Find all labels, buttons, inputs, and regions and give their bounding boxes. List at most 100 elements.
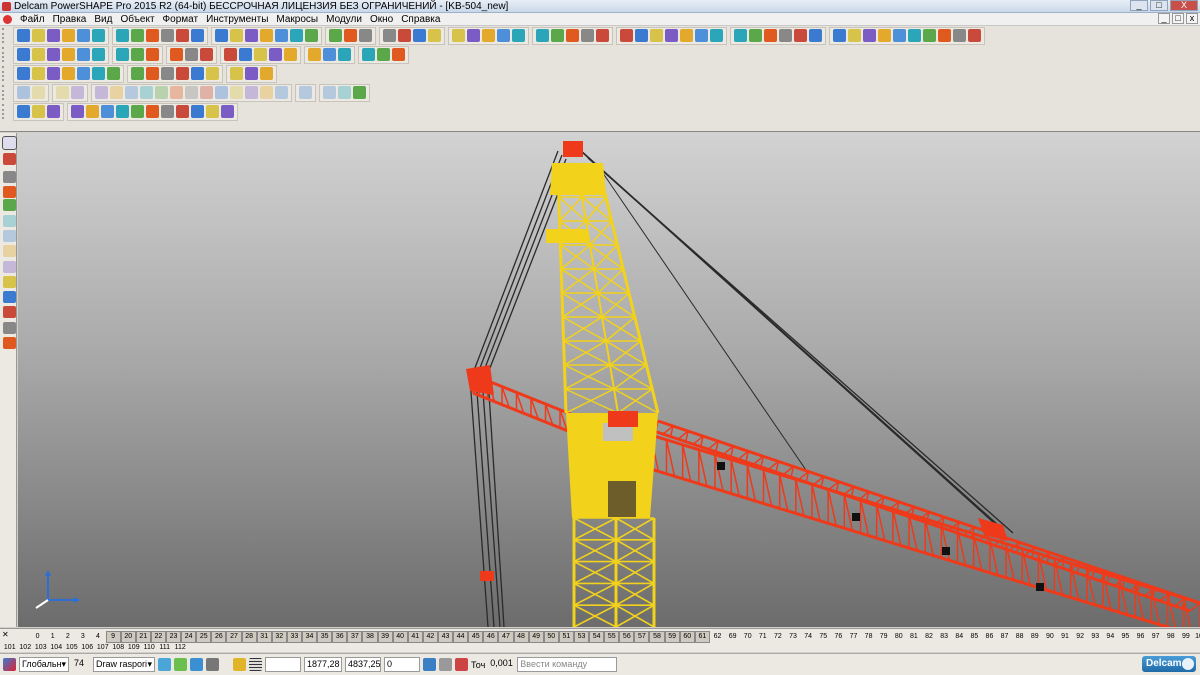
toolbar-button-icon[interactable]	[734, 29, 747, 42]
toolbar-button-icon[interactable]	[47, 67, 60, 80]
toolbar-button-icon[interactable]	[338, 86, 351, 99]
level-button[interactable]: 4	[90, 632, 105, 642]
toolbar-button-icon[interactable]	[260, 67, 273, 80]
level-button[interactable]: 69	[725, 632, 740, 642]
toolbar-button-icon[interactable]	[92, 29, 105, 42]
toolbar-button-icon[interactable]	[47, 48, 60, 61]
tolerance-value[interactable]: 0,001	[488, 657, 514, 672]
toolbar-button-icon[interactable]	[323, 86, 336, 99]
level-button[interactable]: 70	[740, 632, 755, 642]
toolbar-button-icon[interactable]	[383, 29, 396, 42]
menu-help[interactable]: Справка	[397, 13, 444, 25]
toolbar-button-icon[interactable]	[116, 29, 129, 42]
level-button[interactable]: 71	[755, 632, 770, 642]
level-button[interactable]: 20	[120, 630, 136, 643]
level-button[interactable]: 103	[33, 643, 49, 653]
toolbar-button-icon[interactable]	[161, 105, 174, 118]
level-button[interactable]: 2	[60, 632, 75, 642]
calculator-icon[interactable]	[423, 658, 436, 671]
grid-spacing-field[interactable]	[265, 657, 301, 672]
toolbar-button-icon[interactable]	[221, 105, 234, 118]
toolbar-button-icon[interactable]	[308, 48, 321, 61]
toolbar-button-icon[interactable]	[413, 29, 426, 42]
toolbar-button-icon[interactable]	[329, 29, 342, 42]
toolbar-button-icon[interactable]	[551, 29, 564, 42]
level-button[interactable]: 61	[694, 630, 710, 643]
toolbar-button-icon[interactable]	[146, 105, 159, 118]
toolbar-button-icon[interactable]	[968, 29, 981, 42]
level-button[interactable]: 1	[45, 632, 60, 642]
toolbar-button-icon[interactable]	[809, 29, 822, 42]
edit-tool-icon[interactable]	[3, 306, 16, 318]
toolbar-button-icon[interactable]	[362, 48, 375, 61]
grid-icon[interactable]	[249, 658, 262, 671]
level-button[interactable]: 27	[226, 630, 242, 643]
toolbar-button-icon[interactable]	[215, 29, 228, 42]
toolbar-button-icon[interactable]	[185, 48, 198, 61]
edit-tool-icon[interactable]	[3, 215, 16, 227]
edit-tool-icon[interactable]	[3, 153, 16, 165]
level-button[interactable]: 105	[64, 643, 80, 653]
measure-icon[interactable]	[455, 658, 468, 671]
edit-tool-icon[interactable]	[3, 245, 16, 257]
toolbar-button-icon[interactable]	[239, 48, 252, 61]
graphics-viewport[interactable]	[18, 133, 1200, 627]
toolbar-button-icon[interactable]	[176, 29, 189, 42]
mdi-close-button[interactable]: x	[1186, 13, 1198, 24]
maximize-button[interactable]: □	[1150, 0, 1168, 11]
toolbar-button-icon[interactable]	[353, 86, 366, 99]
toolbar-button-icon[interactable]	[200, 86, 213, 99]
toolbar-button-icon[interactable]	[299, 86, 312, 99]
level-button[interactable]: 84	[952, 632, 967, 642]
level-button[interactable]: 87	[997, 632, 1012, 642]
toolbar-button-icon[interactable]	[71, 86, 84, 99]
toolbar-button-icon[interactable]	[908, 29, 921, 42]
level-button[interactable]: 96	[1133, 632, 1148, 642]
level-button[interactable]: 95	[1118, 632, 1133, 642]
toolbar-button-icon[interactable]	[275, 29, 288, 42]
toolbar-button-icon[interactable]	[191, 29, 204, 42]
toolbar-button-icon[interactable]	[32, 105, 45, 118]
menu-tools[interactable]: Инструменты	[202, 13, 272, 25]
level-button[interactable]: 102	[18, 643, 34, 653]
toolbar-grip[interactable]	[2, 85, 10, 100]
level-button[interactable]: 44	[453, 630, 469, 643]
toolbar-button-icon[interactable]	[101, 105, 114, 118]
toolbar-button-icon[interactable]	[200, 48, 213, 61]
toolbar-button-icon[interactable]	[32, 86, 45, 99]
edit-tool-icon[interactable]	[3, 322, 16, 334]
toolbar-button-icon[interactable]	[497, 29, 510, 42]
menu-edit[interactable]: Правка	[49, 13, 91, 25]
menu-window[interactable]: Окно	[366, 13, 397, 25]
toolbar-button-icon[interactable]	[170, 48, 183, 61]
toolbar-button-icon[interactable]	[863, 29, 876, 42]
toolbar-button-icon[interactable]	[245, 29, 258, 42]
toolbar-button-icon[interactable]	[392, 48, 405, 61]
level-button[interactable]: 43	[437, 630, 454, 643]
level-button[interactable]: 110	[142, 643, 158, 653]
toolbar-button-icon[interactable]	[62, 67, 75, 80]
level-button[interactable]: 75	[816, 632, 831, 642]
toolbar-button-icon[interactable]	[170, 86, 183, 99]
toolbar-button-icon[interactable]	[224, 48, 237, 61]
workplane-icon[interactable]	[3, 658, 16, 671]
menu-view[interactable]: Вид	[90, 13, 116, 25]
toolbar-button-icon[interactable]	[116, 48, 129, 61]
level-button[interactable]: 35	[317, 630, 333, 643]
level-button[interactable]: 3	[75, 632, 90, 642]
toolbar-button-icon[interactable]	[764, 29, 777, 42]
level-button[interactable]: 78	[861, 632, 876, 642]
toolbar-button-icon[interactable]	[953, 29, 966, 42]
toolbar-button-icon[interactable]	[176, 105, 189, 118]
toolbar-button-icon[interactable]	[71, 105, 84, 118]
toolbar-grip[interactable]	[2, 66, 10, 81]
toolbar-button-icon[interactable]	[146, 29, 159, 42]
toolbar-button-icon[interactable]	[131, 105, 144, 118]
toolbar-button-icon[interactable]	[125, 86, 138, 99]
document-icon[interactable]	[3, 15, 12, 24]
polar-icon[interactable]	[439, 658, 452, 671]
toolbar-button-icon[interactable]	[245, 86, 258, 99]
toolbar-button-icon[interactable]	[290, 29, 303, 42]
level-button[interactable]: 38	[362, 630, 378, 643]
level-button[interactable]: 32	[271, 630, 287, 643]
